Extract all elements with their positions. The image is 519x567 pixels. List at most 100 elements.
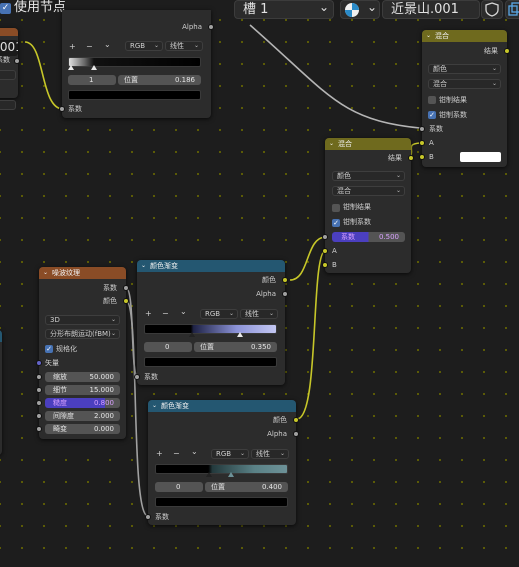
partial-factor-socket[interactable]	[14, 58, 20, 64]
remove-stop-button[interactable]: −	[162, 309, 169, 318]
roughness-input-socket[interactable]	[36, 400, 42, 406]
mix-node-top[interactable]: ⌄ 混合 结果 颜色 ⌄ 混合 ⌄ 钳制结果 ✓ 钳制系数 系数 A B	[419, 30, 510, 167]
stop-position-field[interactable]: 位置 0.400	[205, 482, 288, 492]
add-stop-button[interactable]: +	[145, 309, 152, 318]
a-input-socket[interactable]	[419, 140, 425, 146]
clamp-factor-checkbox[interactable]: ✓	[428, 111, 436, 119]
vector-input-socket[interactable]	[36, 360, 42, 366]
dimensions-dropdown[interactable]: 3D ⌄	[45, 315, 120, 325]
noise-type-dropdown[interactable]: 分形布朗运动(fBM) ⌄	[45, 329, 120, 339]
color-ramp-gradient[interactable]	[155, 464, 288, 474]
b-color-swatch[interactable]	[460, 152, 501, 162]
alpha-output-socket[interactable]	[282, 291, 288, 297]
vector-input-label: 矢量	[45, 359, 59, 367]
alpha-output-socket[interactable]	[208, 24, 214, 30]
color-stop-marker[interactable]	[237, 332, 243, 337]
fake-user-button[interactable]	[481, 0, 503, 19]
scale-field[interactable]: 缩放 50.000	[45, 372, 120, 382]
detail-input-socket[interactable]	[36, 387, 42, 393]
factor-input-socket[interactable]	[59, 106, 65, 112]
color-ramp-node-mid[interactable]: ⌄ 颜色渐变 颜色 Alpha + − ⌄ RGB ⌄ 线性 ⌄ 0 位置 0.35…	[134, 260, 288, 385]
ramp-menu-chevron-icon[interactable]: ⌄	[104, 40, 111, 49]
color-output-socket[interactable]	[293, 417, 299, 423]
stop-color-swatch[interactable]	[155, 497, 288, 507]
clamp-result-checkbox[interactable]	[428, 96, 436, 104]
blend-mode-dropdown[interactable]: 混合 ⌄	[428, 79, 501, 89]
color-ramp-gradient[interactable]	[68, 57, 201, 67]
color-ramp-gradient[interactable]	[144, 324, 277, 334]
color-stop-marker[interactable]	[228, 472, 234, 477]
mix-node-header: ⌄ 混合	[325, 138, 411, 150]
factor-input-socket[interactable]	[322, 234, 328, 240]
blend-mode-dropdown[interactable]: 混合 ⌄	[332, 186, 405, 196]
lacunarity-input-socket[interactable]	[36, 413, 42, 419]
color-ramp-node-top[interactable]: Alpha + − ⌄ RGB ⌄ 线性 ⌄ 1 位置 0.186 系数	[59, 10, 214, 118]
add-stop-button[interactable]: +	[156, 449, 163, 458]
alpha-output-socket[interactable]	[293, 431, 299, 437]
distortion-field[interactable]: 畸变 0.000	[45, 424, 120, 434]
mix-node-mid[interactable]: ⌄ 混合 结果 颜色 ⌄ 混合 ⌄ 钳制结果 ✓ 钳制系数 系数 0.500 A B	[322, 138, 414, 273]
color-mode-dropdown[interactable]: RGB ⌄	[125, 41, 163, 51]
ramp-node-header: ⌄ 颜色渐变	[137, 260, 285, 272]
interpolation-dropdown[interactable]: 线性 ⌄	[240, 309, 278, 319]
color-output-socket[interactable]	[282, 277, 288, 283]
result-output-socket[interactable]	[408, 155, 414, 161]
interpolation-dropdown[interactable]: 线性 ⌄	[251, 449, 289, 459]
stop-color-swatch[interactable]	[144, 357, 277, 367]
partial-node-left[interactable]: .001 系数	[0, 28, 20, 110]
factor-input-socket[interactable]	[419, 126, 425, 132]
stop-index-field[interactable]: 1	[68, 75, 116, 85]
factor-field[interactable]: 系数 0.500	[332, 232, 405, 242]
detail-field[interactable]: 细节 15.000	[45, 385, 120, 395]
partial-dropdown[interactable]	[0, 70, 16, 80]
data-type-dropdown[interactable]: 颜色 ⌄	[332, 171, 405, 181]
add-stop-button[interactable]: +	[69, 42, 76, 51]
material-browse-button[interactable]: ⌄	[340, 0, 380, 19]
scale-input-socket[interactable]	[36, 374, 42, 380]
b-input-socket[interactable]	[322, 262, 328, 268]
color-ramp-node-low[interactable]: ⌄ 颜色渐变 颜色 Alpha + − ⌄ RGB ⌄ 线性 ⌄ 0 位置 0.40…	[145, 400, 299, 525]
partial-node-left-lower[interactable]	[0, 330, 2, 455]
stop-position-field[interactable]: 位置 0.350	[194, 342, 277, 352]
partial-node-lower-header	[0, 330, 2, 342]
partial-dropdown-2[interactable]	[0, 100, 16, 110]
color-stop-marker[interactable]	[91, 65, 97, 70]
b-input-socket[interactable]	[419, 154, 425, 160]
clamp-factor-checkbox[interactable]: ✓	[332, 219, 340, 227]
remove-stop-button[interactable]: −	[86, 42, 93, 51]
ramp-menu-chevron-icon[interactable]: ⌄	[191, 447, 198, 456]
color-output-label: 颜色	[103, 297, 117, 305]
remove-stop-button[interactable]: −	[173, 449, 180, 458]
data-type-dropdown[interactable]: 颜色 ⌄	[428, 64, 501, 74]
lacunarity-field[interactable]: 间隙度 2.000	[45, 411, 120, 421]
color-output-socket[interactable]	[123, 298, 129, 304]
stop-position-field[interactable]: 位置 0.186	[118, 75, 201, 85]
ramp-menu-chevron-icon[interactable]: ⌄	[180, 307, 187, 316]
slot-selector[interactable]: 槽 1 ⌄	[234, 0, 334, 19]
ramp-node-header: ⌄ 颜色渐变	[148, 400, 296, 412]
use-nodes-checkbox[interactable]: ✓	[0, 3, 11, 14]
material-name-field[interactable]: 近景山.001	[382, 0, 480, 19]
color-stop-marker[interactable]	[68, 65, 74, 70]
color-stop-marker[interactable]	[206, 472, 212, 477]
factor-input-socket[interactable]	[145, 514, 151, 520]
duplicate-material-button[interactable]	[505, 0, 519, 19]
partial-node-value[interactable]: .001	[0, 40, 18, 56]
normalize-checkbox[interactable]: ✓	[45, 345, 53, 353]
distortion-input-socket[interactable]	[36, 426, 42, 432]
noise-texture-node[interactable]: ⌄ 噪波纹理 系数 颜色 3D ⌄ 分形布朗运动(fBM) ⌄ ✓ 规格化 矢量 缩…	[36, 267, 129, 439]
clamp-result-checkbox[interactable]	[332, 204, 340, 212]
roughness-field[interactable]: 糙度 0.800	[45, 398, 120, 408]
color-mode-dropdown[interactable]: RGB ⌄	[200, 309, 238, 319]
factor-input-socket[interactable]	[134, 374, 140, 380]
factor-output-socket[interactable]	[123, 285, 129, 291]
stop-index-field[interactable]: 0	[155, 482, 203, 492]
noise-node-header: ⌄ 噪波纹理	[39, 267, 126, 279]
color-stop-marker[interactable]	[189, 332, 195, 337]
result-output-socket[interactable]	[504, 48, 510, 54]
stop-color-swatch[interactable]	[68, 90, 201, 100]
a-input-socket[interactable]	[322, 248, 328, 254]
interpolation-dropdown[interactable]: 线性 ⌄	[165, 41, 203, 51]
stop-index-field[interactable]: 0	[144, 342, 192, 352]
color-mode-dropdown[interactable]: RGB ⌄	[211, 449, 249, 459]
